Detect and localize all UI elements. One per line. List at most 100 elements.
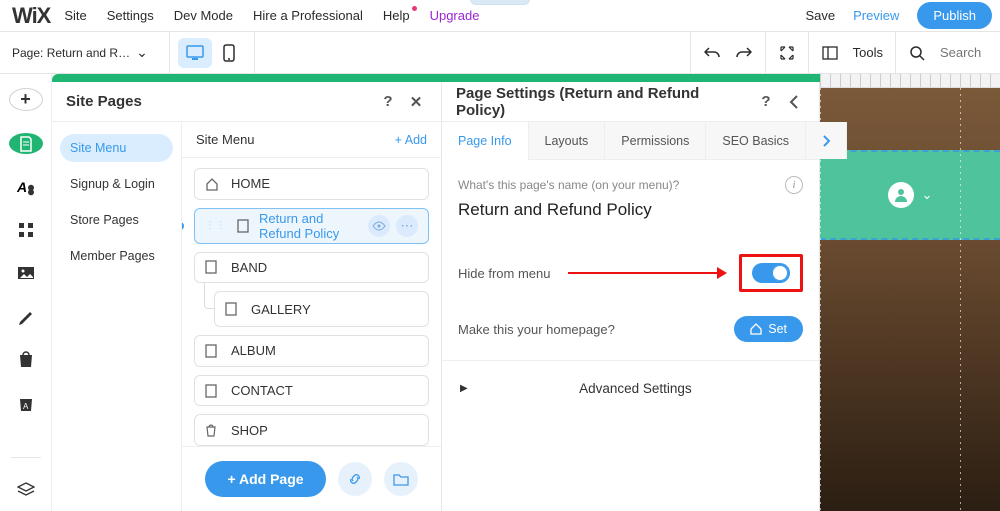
more-options-icon[interactable]: ⋯: [396, 215, 418, 237]
tab-seo[interactable]: SEO Basics: [706, 122, 806, 159]
tools-label: Tools: [853, 45, 883, 60]
canvas-body[interactable]: [820, 240, 1000, 511]
page-label: HOME: [231, 176, 270, 191]
page-icon: [237, 219, 249, 233]
redo-button[interactable]: [735, 44, 753, 62]
checkmark-icon: ✓: [778, 266, 786, 277]
menu-settings[interactable]: Settings: [107, 8, 154, 23]
page-dropdown[interactable]: Page: Return and R… ⌄: [0, 32, 170, 73]
canvas-header-strip[interactable]: ⌄: [820, 150, 1000, 240]
tab-layouts[interactable]: Layouts: [529, 122, 606, 159]
back-icon[interactable]: [783, 91, 805, 113]
top-menu-bar: WiX Site Settings Dev Mode Hire a Profes…: [0, 0, 1000, 32]
homepage-label: Make this your homepage?: [458, 322, 615, 337]
mobile-view-button[interactable]: [212, 38, 246, 68]
page-item-gallery[interactable]: GALLERY: [214, 291, 429, 327]
page-item-home[interactable]: HOME: [194, 168, 429, 200]
advanced-settings-row[interactable]: ▶ Advanced Settings: [458, 367, 803, 410]
add-page-button[interactable]: + Add Page: [205, 461, 325, 497]
tab-permissions[interactable]: Permissions: [605, 122, 706, 159]
sidebar-item-store[interactable]: Store Pages: [60, 206, 173, 234]
info-icon[interactable]: i: [785, 176, 803, 194]
chevron-down-icon: ⌄: [922, 187, 933, 203]
pages-list: HOME ⋮⋮ Return and Refund Policy ⋯: [182, 158, 441, 446]
apps-button[interactable]: [9, 219, 43, 240]
tools-button[interactable]: Tools: [808, 32, 895, 73]
page-settings-title: Page Settings (Return and Refund Policy): [456, 85, 749, 119]
hide-from-menu-row: Hide from menu ✓: [458, 242, 803, 304]
tabs-scroll-right[interactable]: [806, 122, 847, 159]
add-element-button[interactable]: +: [9, 88, 43, 111]
undo-button[interactable]: [703, 44, 721, 62]
left-tool-rail: + A A: [0, 74, 52, 511]
help-icon[interactable]: ?: [377, 91, 399, 113]
page-item-return-policy[interactable]: ⋮⋮ Return and Refund Policy ⋯: [194, 208, 429, 244]
set-homepage-button[interactable]: Set: [734, 316, 803, 342]
blog-button[interactable]: [9, 306, 43, 327]
site-pages-panel: Site Pages ? ✕ Site Menu Signup & Login …: [52, 82, 442, 511]
menu-hire[interactable]: Hire a Professional: [253, 8, 363, 23]
page-item-contact[interactable]: CONTACT: [194, 375, 429, 407]
advanced-settings-label: Advanced Settings: [468, 381, 803, 396]
pages-footer: + Add Page: [182, 446, 441, 511]
site-pages-title: Site Pages: [66, 93, 371, 110]
shop-bag-icon: [205, 423, 221, 437]
help-icon[interactable]: ?: [755, 91, 777, 113]
member-avatar-icon[interactable]: [888, 182, 914, 208]
guide-line: [960, 88, 961, 511]
desktop-view-button[interactable]: [178, 38, 212, 68]
add-link[interactable]: + Add: [395, 133, 427, 147]
home-icon: [205, 177, 221, 191]
sidebar-item-site-menu[interactable]: Site Menu: [60, 134, 173, 162]
page-icon: [205, 384, 221, 398]
connection-dot-icon: [182, 222, 184, 230]
hide-from-menu-label: Hide from menu: [458, 266, 550, 281]
page-icon: [205, 344, 221, 358]
menu-devmode[interactable]: Dev Mode: [174, 8, 233, 23]
pages-main: Site Menu + Add HOME ⋮⋮ Return and Refun…: [182, 122, 441, 511]
design-button[interactable]: A: [9, 176, 43, 197]
visibility-icon[interactable]: [368, 215, 390, 237]
preview-button[interactable]: Preview: [853, 8, 899, 23]
divider: [442, 360, 819, 361]
close-icon[interactable]: ✕: [405, 91, 427, 113]
page-label: ALBUM: [231, 343, 276, 358]
search-icon: [908, 44, 926, 62]
page-settings-panel: Page Settings (Return and Refund Policy)…: [442, 82, 820, 511]
chevron-down-icon: ⌄: [136, 44, 148, 61]
wix-logo[interactable]: WiX: [12, 3, 50, 29]
page-item-album[interactable]: ALBUM: [194, 335, 429, 367]
pages-sidebar: Site Menu Signup & Login Store Pages Mem…: [52, 122, 182, 511]
search-input[interactable]: [940, 45, 988, 60]
page-label: SHOP: [231, 423, 268, 438]
page-item-band[interactable]: BAND: [194, 252, 429, 284]
store-bag-button[interactable]: [9, 349, 43, 370]
page-icon: [225, 302, 241, 316]
sidebar-item-member[interactable]: Member Pages: [60, 242, 173, 270]
pages-menu-button[interactable]: [9, 133, 43, 154]
tools-icon: [821, 44, 839, 62]
media-button[interactable]: [9, 263, 43, 284]
search-group[interactable]: [895, 32, 1000, 73]
layers-button[interactable]: [9, 480, 43, 501]
page-name-value[interactable]: Return and Refund Policy: [458, 200, 803, 220]
sidebar-item-signup[interactable]: Signup & Login: [60, 170, 173, 198]
ascend-button[interactable]: A: [9, 392, 43, 413]
tab-page-info[interactable]: Page Info: [442, 122, 529, 159]
menu-upgrade[interactable]: Upgrade: [430, 8, 480, 23]
publish-button[interactable]: Publish: [917, 2, 992, 29]
svg-text:A: A: [17, 179, 27, 195]
hide-from-menu-toggle[interactable]: ✓: [752, 263, 790, 283]
page-item-shop[interactable]: SHOP: [194, 414, 429, 446]
menu-help[interactable]: Help: [383, 8, 410, 23]
menu-site[interactable]: Site: [64, 8, 86, 23]
save-button[interactable]: Save: [805, 8, 835, 23]
editor-toolbar: Page: Return and R… ⌄ Tools: [0, 32, 1000, 74]
topbar-handle[interactable]: [470, 0, 530, 5]
link-page-button[interactable]: [338, 462, 372, 496]
device-switcher: [170, 32, 255, 73]
folder-button[interactable]: [384, 462, 418, 496]
drag-handle-icon[interactable]: ⋮⋮: [205, 220, 227, 231]
annotation-highlight-box: ✓: [739, 254, 803, 292]
zoom-out-button[interactable]: [765, 32, 808, 73]
